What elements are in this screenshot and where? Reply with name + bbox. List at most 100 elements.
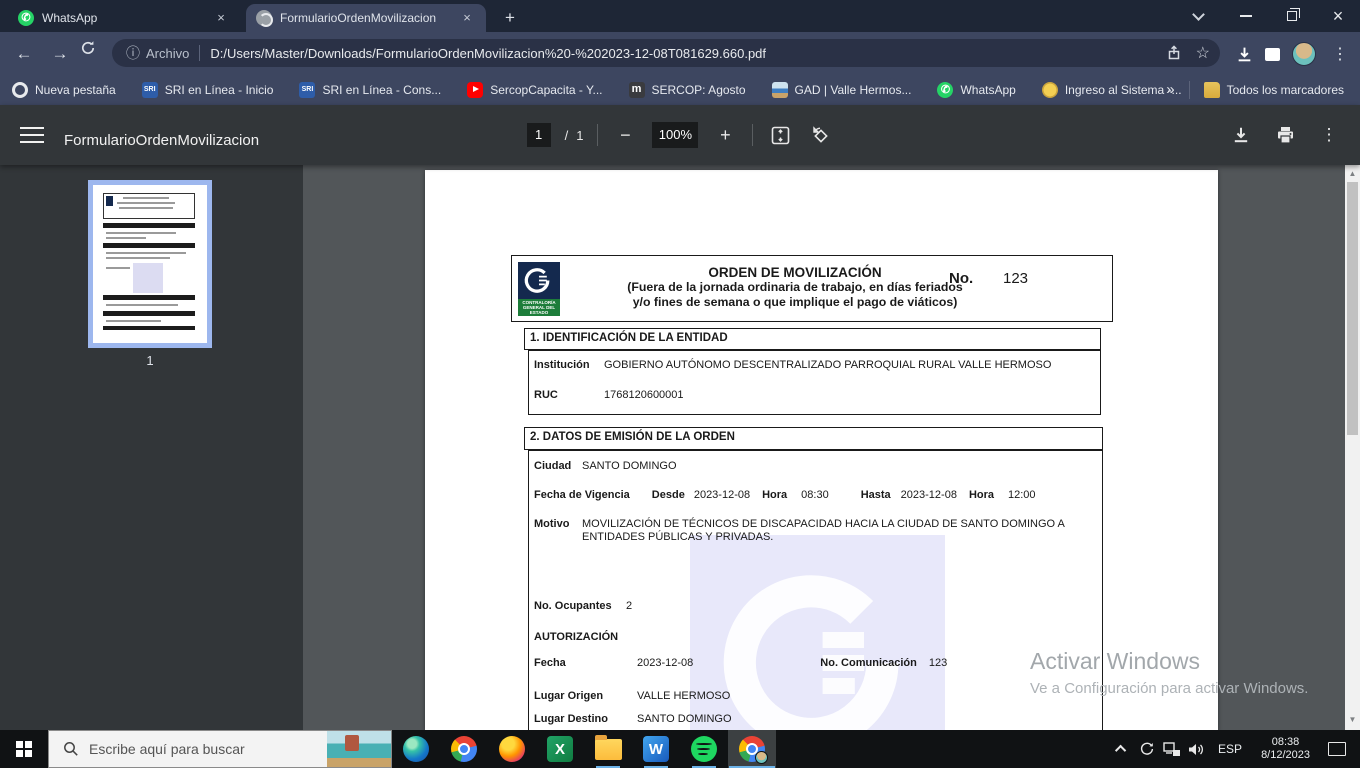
- tab-search-chevron-icon[interactable]: [1178, 0, 1218, 32]
- thumb-line: [106, 232, 176, 234]
- tab-whatsapp[interactable]: ✆ WhatsApp ×: [8, 4, 240, 32]
- share-icon[interactable]: [1166, 45, 1182, 61]
- tray-network-icon[interactable]: [1159, 741, 1184, 757]
- autorizacion-label: AUTORIZACIÓN: [534, 631, 619, 643]
- bookmark-nueva-pestana[interactable]: Nueva pestaña: [12, 81, 116, 98]
- scroll-up-arrow[interactable]: ▲: [1345, 165, 1360, 178]
- activate-windows-line1: Activar Windows: [1030, 648, 1200, 674]
- taskbar-clock[interactable]: 08:38 8/12/2023: [1251, 736, 1320, 762]
- ethernet-icon: [1162, 741, 1180, 756]
- start-button[interactable]: [0, 730, 48, 768]
- tray-show-hidden-icons[interactable]: [1109, 744, 1134, 757]
- motivo-label: Motivo: [534, 518, 570, 530]
- spotify-wave: [697, 748, 710, 750]
- pdf-menu-button[interactable]: [20, 127, 44, 143]
- scroll-down-arrow[interactable]: ▼: [1345, 715, 1360, 724]
- toolbar-divider: [752, 124, 754, 146]
- forward-button[interactable]: →: [46, 40, 74, 68]
- taskbar-spotify[interactable]: [680, 730, 728, 768]
- bookmark-sercop-agosto[interactable]: m SERCOP: Agosto: [628, 81, 746, 98]
- search-highlight-image[interactable]: [327, 731, 391, 767]
- taskbar-chrome[interactable]: [440, 730, 488, 768]
- taskbar-edge[interactable]: [392, 730, 440, 768]
- browser-toolbar: ← → ⓘ Archivo D:/Users/Master/Downloads/…: [0, 32, 1360, 74]
- site-info-icon[interactable]: ⓘ: [126, 43, 140, 63]
- print-icon: [1277, 127, 1293, 144]
- bookmarks-overflow-chevron[interactable]: »: [1166, 81, 1174, 98]
- tab-formulario[interactable]: FormularioOrdenMovilizacion ×: [246, 4, 486, 32]
- chevron-down-icon: [1191, 7, 1205, 21]
- bookmark-whatsapp[interactable]: ✆ WhatsApp: [937, 81, 1016, 98]
- page-number-input[interactable]: 1: [526, 123, 551, 147]
- bookmark-ingreso-sistema[interactable]: Ingreso al Sistema -...: [1041, 81, 1182, 98]
- hamburger-icon: [20, 134, 44, 136]
- profile-avatar[interactable]: [1290, 40, 1318, 68]
- side-panel-button[interactable]: [1258, 40, 1286, 68]
- thumb-line: [106, 304, 178, 306]
- comunicacion-value: 123: [928, 657, 948, 669]
- toolbar-divider: [597, 124, 599, 146]
- zoom-out-button[interactable]: −: [612, 122, 638, 148]
- activate-windows-watermark: Activar Windows Ve a Configuración para …: [1030, 648, 1308, 697]
- tray-sync-icon[interactable]: [1134, 741, 1159, 757]
- bookmark-gad-valle-hermoso[interactable]: GAD | Valle Hermos...: [771, 81, 911, 98]
- taskbar-file-explorer[interactable]: [584, 730, 632, 768]
- new-tab-button[interactable]: +: [498, 6, 522, 30]
- taskbar-word[interactable]: W: [632, 730, 680, 768]
- bookmark-star-icon[interactable]: ☆: [1196, 43, 1210, 63]
- zoom-in-button[interactable]: +: [712, 122, 738, 148]
- origen-value: VALLE HERMOSO: [637, 690, 731, 702]
- page-1-thumbnail[interactable]: [88, 180, 212, 348]
- rotate-button[interactable]: [807, 122, 833, 148]
- bookmark-sercopcapacita[interactable]: SercopCapacita - Y...: [467, 81, 603, 98]
- ruc-label: RUC: [534, 389, 558, 401]
- tab-close-icon[interactable]: ×: [212, 9, 230, 27]
- pdf-more-options-button[interactable]: ⋮: [1316, 122, 1342, 148]
- bookmark-sri-inicio[interactable]: SRI SRI en Línea - Inicio: [141, 81, 273, 98]
- zoom-level-input[interactable]: 100%: [652, 122, 699, 148]
- whatsapp-icon: ✆: [18, 10, 34, 26]
- destino-row: Lugar Destino SANTO DOMINGO: [534, 713, 732, 725]
- file-explorer-icon: [594, 734, 622, 760]
- bookmarks-bar: Nueva pestaña SRI SRI en Línea - Inicio …: [0, 74, 1360, 105]
- form-subtitle-line2: y/o fines de semana o que implique el pa…: [632, 294, 958, 309]
- vigencia-row: Fecha de Vigencia Desde 2023-12-08 Hora …: [534, 489, 1036, 501]
- taskbar-firefox[interactable]: [488, 730, 536, 768]
- form-subtitle-line1: (Fuera de la jornada ordinaria de trabaj…: [627, 280, 963, 294]
- address-bar[interactable]: ⓘ Archivo D:/Users/Master/Downloads/Form…: [112, 39, 1220, 67]
- pdf-print-button[interactable]: [1272, 122, 1298, 148]
- tab-close-icon[interactable]: ×: [458, 9, 476, 27]
- taskbar-chrome-active[interactable]: [728, 730, 776, 768]
- excel-icon: X: [547, 736, 573, 762]
- downloads-button[interactable]: [1230, 40, 1258, 68]
- form-number-value: 123: [1003, 270, 1029, 287]
- vertical-scrollbar[interactable]: ▲ ▼: [1345, 165, 1360, 730]
- restore-button[interactable]: [1272, 0, 1312, 32]
- ciudad-value: SANTO DOMINGO: [582, 460, 677, 472]
- institucion-label: Institución: [534, 359, 590, 371]
- download-icon: [1234, 127, 1248, 143]
- fit-page-button[interactable]: [767, 122, 793, 148]
- search-icon: [64, 742, 78, 756]
- side-panel-icon: [1264, 47, 1280, 61]
- all-bookmarks-button[interactable]: Todos los marcadores: [1203, 81, 1344, 98]
- taskbar-search-box[interactable]: Escribe aquí para buscar: [48, 730, 392, 768]
- reload-button[interactable]: [80, 40, 108, 68]
- pdf-download-button[interactable]: [1228, 122, 1254, 148]
- scrollbar-thumb[interactable]: [1347, 182, 1358, 435]
- bookmark-label: SRI en Línea - Cons...: [322, 82, 442, 97]
- url-text[interactable]: D:/Users/Master/Downloads/FormularioOrde…: [210, 46, 1151, 61]
- minimize-button[interactable]: [1226, 0, 1266, 32]
- tray-volume-icon[interactable]: [1184, 742, 1209, 757]
- bookmark-sri-consultas[interactable]: SRI SRI en Línea - Cons...: [299, 81, 442, 98]
- close-window-button[interactable]: ×: [1318, 0, 1358, 32]
- language-indicator[interactable]: ESP: [1209, 742, 1251, 756]
- action-center-icon[interactable]: [1328, 742, 1346, 756]
- back-button[interactable]: ←: [10, 40, 38, 68]
- taskbar-excel[interactable]: X: [536, 730, 584, 768]
- section1-title: 1. IDENTIFICACIÓN DE LA ENTIDAD: [524, 328, 1101, 350]
- address-separator: [199, 45, 201, 61]
- pdf-right-controls: ⋮: [1228, 122, 1342, 148]
- desde-label: Desde: [651, 489, 685, 501]
- browser-menu-button[interactable]: ⋮: [1326, 40, 1354, 68]
